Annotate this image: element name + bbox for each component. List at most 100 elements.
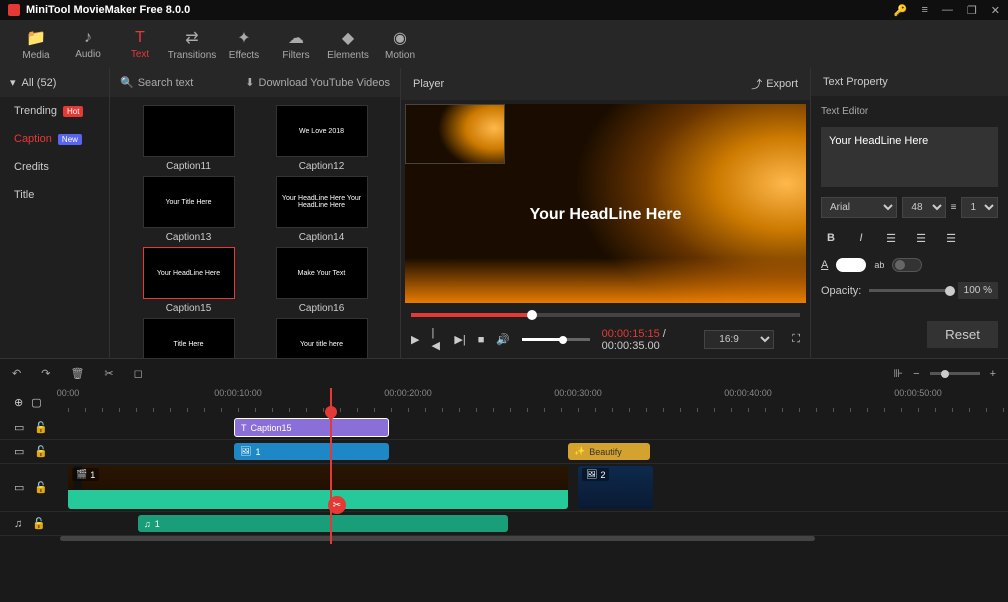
video-track-icon: ▭ [14,481,24,494]
track-settings-button[interactable]: ▢ [31,396,41,409]
player-panel: Player ⤴ Export Your HeadLine Here ▶ |◀ … [400,68,810,358]
lock-icon[interactable]: 🔓 [34,481,48,494]
timeline: ✂ ⊕ ▢ 00:0000:00:10:0000:00:20:0000:00:3… [0,388,1008,544]
thumbnail: Your HeadLine Here Your HeadLine Here [276,176,368,228]
category-panel: ▾ All (52) TrendingHotCaptionNewCreditsT… [0,68,110,358]
download-youtube-button[interactable]: ⬇ Download YouTube Videos [245,76,390,89]
zoom-out-button[interactable]: − [913,368,919,380]
align-right-button[interactable]: ☰ [941,228,961,248]
reset-button[interactable]: Reset [927,321,998,348]
progress-bar[interactable] [411,313,800,317]
stop-button[interactable]: ■ [478,334,485,346]
preview-overlay-text[interactable]: Your HeadLine Here [530,206,682,224]
app-logo [8,4,20,16]
prev-frame-button[interactable]: |◀ [431,327,442,352]
time-ruler[interactable]: 00:0000:00:10:0000:00:20:0000:00:30:0000… [58,388,1008,416]
undo-button[interactable]: ↶ [12,367,21,380]
opacity-slider[interactable] [869,289,949,292]
text-icon: T [135,29,145,47]
align-left-button[interactable]: ☰ [881,228,901,248]
tab-effects[interactable]: ✦Effects [218,20,270,68]
aspect-ratio-select[interactable]: 16:9 [704,330,774,349]
time-display: 00:00:15:15 / 00:00:35.00 [602,328,683,352]
italic-button[interactable]: I [851,228,871,248]
pip-clip[interactable]: 🖼 1 [234,443,389,460]
text-color-icon: A [821,259,828,271]
opacity-value: 100 % [958,282,998,299]
category-trending[interactable]: TrendingHot [0,97,109,125]
text-editor-input[interactable] [821,127,998,187]
thumbnail-label: Caption13 [166,232,212,243]
player-header-title: Player [413,78,444,90]
zoom-slider[interactable] [930,372,980,375]
category-credits[interactable]: Credits [0,153,109,181]
effects-icon: ✦ [237,28,250,48]
zoom-in-button[interactable]: + [990,368,996,380]
category-title[interactable]: Title [0,181,109,209]
video-clip-1[interactable]: 🎬 1 [68,466,568,509]
thumbnail: Your Title Here [143,176,235,228]
opacity-label: Opacity: [821,285,861,297]
font-select[interactable]: Arial [821,197,897,218]
tab-text[interactable]: TText [114,20,166,68]
play-button[interactable]: ▶ [411,333,419,346]
tab-media[interactable]: 📁Media [10,20,62,68]
gallery-item[interactable]: Your HeadLine HereCaption15 [128,247,249,314]
volume-icon[interactable]: 🔊 [496,333,510,346]
line-height-icon: ≡ [951,202,957,213]
gallery-item[interactable]: Make Your TextCaption16 [261,247,382,314]
font-size-select[interactable]: 48 [902,197,945,218]
background-toggle[interactable] [892,258,922,272]
tab-transitions[interactable]: ⇄Transitions [166,20,218,68]
close-icon[interactable]: ✕ [991,4,1000,17]
delete-button[interactable]: 🗑 [70,367,84,380]
align-center-button[interactable]: ☰ [911,228,931,248]
pip-track-icon: ▭ [14,445,24,458]
lock-icon[interactable]: 🔓 [34,445,48,458]
audio-track-icon: ♫ [14,518,22,530]
license-key-icon[interactable]: 🔑 [894,4,908,17]
search-text-button[interactable]: 🔍 Search text [120,76,193,89]
titlebar: MiniTool MovieMaker Free 8.0.0 🔑 ≡ — ❐ ✕ [0,0,1008,20]
volume-slider[interactable] [522,338,590,341]
tab-elements[interactable]: ◆Elements [322,20,374,68]
gallery-item[interactable]: Your Title Here Caption13 [128,176,249,243]
line-height-select[interactable]: 1 [961,197,998,218]
redo-button[interactable]: ↷ [41,367,50,380]
gallery-item[interactable]: Caption11 [128,105,249,172]
crop-button[interactable]: ◻ [134,367,143,380]
tab-audio[interactable]: ♪Audio [62,20,114,68]
timeline-fit-button[interactable]: ⊪ [894,367,904,380]
gallery-item[interactable]: Your title here [261,318,382,358]
gallery-item[interactable]: Your HeadLine Here Your HeadLine HereCap… [261,176,382,243]
bold-button[interactable]: B [821,228,841,248]
thumbnail [143,105,235,157]
category-caption[interactable]: CaptionNew [0,125,109,153]
app-title: MiniTool MovieMaker Free 8.0.0 [26,4,190,16]
maximize-icon[interactable]: ❐ [967,4,977,17]
menu-icon[interactable]: ≡ [921,4,927,16]
video-clip-2[interactable]: 🖼 2 [578,466,653,509]
gallery-item[interactable]: Title Here [128,318,249,358]
preview-pip[interactable] [405,104,505,164]
lock-icon[interactable]: 🔓 [32,517,46,530]
split-button[interactable]: ✂ [104,367,113,380]
category-all[interactable]: ▾ All (52) [0,68,109,97]
minimize-icon[interactable]: — [942,4,953,16]
tab-motion[interactable]: ◉Motion [374,20,426,68]
export-button[interactable]: ⤴ Export [751,76,798,92]
audio-clip[interactable]: ♫ 1 [138,515,508,532]
tab-filters[interactable]: ☁Filters [270,20,322,68]
next-frame-button[interactable]: ▶| [454,333,465,346]
fullscreen-button[interactable]: ⛶ [792,333,800,346]
add-track-button[interactable]: ⊕ [14,396,23,409]
timeline-scrollbar[interactable] [0,536,1008,544]
lock-icon[interactable]: 🔓 [34,421,48,434]
preview-area[interactable]: Your HeadLine Here [405,104,806,303]
gallery-item[interactable]: We Love 2018Caption12 [261,105,382,172]
caption-clip[interactable]: T Caption15 [234,418,389,437]
split-indicator[interactable]: ✂ [328,496,346,514]
text-color-swatch[interactable] [836,258,866,272]
filters-icon: ☁ [288,28,304,48]
beautify-clip[interactable]: ✨ Beautify [568,443,650,460]
